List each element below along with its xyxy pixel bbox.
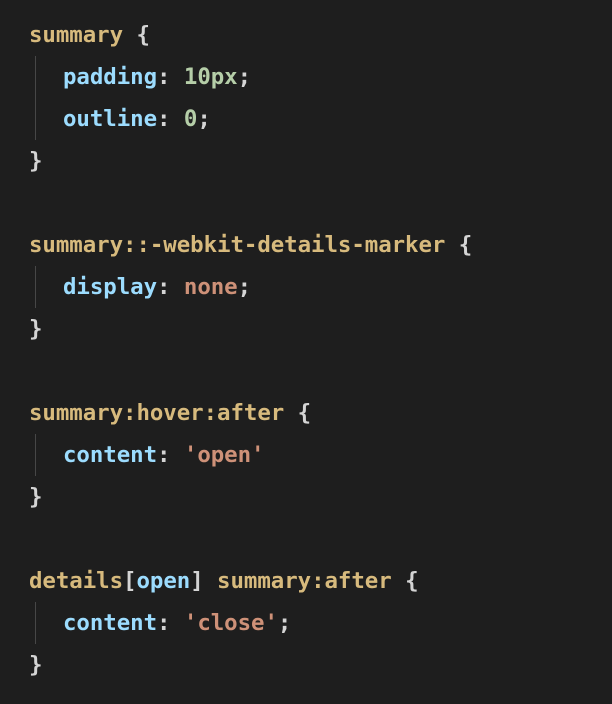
attribute-bracket-open: [ [123,568,137,594]
code-line[interactable]: } [29,644,42,686]
code-line[interactable]: display: none; [29,266,251,308]
attribute-bracket-close: ] [190,568,204,594]
css-value: 0 [183,106,198,132]
close-brace: } [29,652,43,678]
code-line[interactable]: outline: 0; [29,98,211,140]
semicolon: ; [197,106,211,132]
css-property: padding [63,64,158,90]
code-line[interactable]: content: 'open' [29,434,265,476]
css-property: content [63,610,158,636]
css-value: none [183,274,238,300]
code-line[interactable]: } [29,308,42,350]
colon: : [157,274,171,300]
open-brace: { [458,232,473,258]
semicolon: ; [237,274,252,300]
colon: : [157,106,171,132]
css-property: display [63,274,158,300]
semicolon: ; [277,610,292,636]
open-brace: { [136,22,150,48]
close-brace: } [29,484,43,510]
code-line[interactable]: padding: 10px; [29,56,251,98]
semicolon: ; [237,64,252,90]
code-line[interactable]: summary { [29,14,150,56]
css-property: content [63,442,158,468]
open-brace: { [297,400,312,426]
close-brace: } [29,148,43,174]
css-value: 10px [183,64,238,90]
css-selector: summary [29,22,124,48]
colon: : [157,64,171,90]
colon: : [157,442,171,468]
css-string-value: 'open' [183,442,265,468]
css-string-value: 'close' [183,610,278,636]
code-line[interactable]: details[open] summary:after { [29,560,419,602]
code-line[interactable]: summary:hover:after { [29,392,311,434]
css-selector-rest: summary:after [203,568,392,594]
close-brace: } [29,316,43,342]
css-selector: summary::-webkit-details-marker [29,232,446,258]
css-selector-element: details [29,568,124,594]
css-attribute: open [136,568,191,594]
code-editor[interactable]: summary { padding: 10px; outline: 0; } s… [0,0,612,704]
code-line[interactable]: } [29,140,42,182]
colon: : [157,610,171,636]
open-brace: { [405,568,419,594]
code-line[interactable]: } [29,476,42,518]
code-line[interactable]: content: 'close'; [29,602,291,644]
css-property: outline [63,106,158,132]
css-selector: summary:hover:after [29,400,285,426]
code-line[interactable]: summary::-webkit-details-marker { [29,224,472,266]
